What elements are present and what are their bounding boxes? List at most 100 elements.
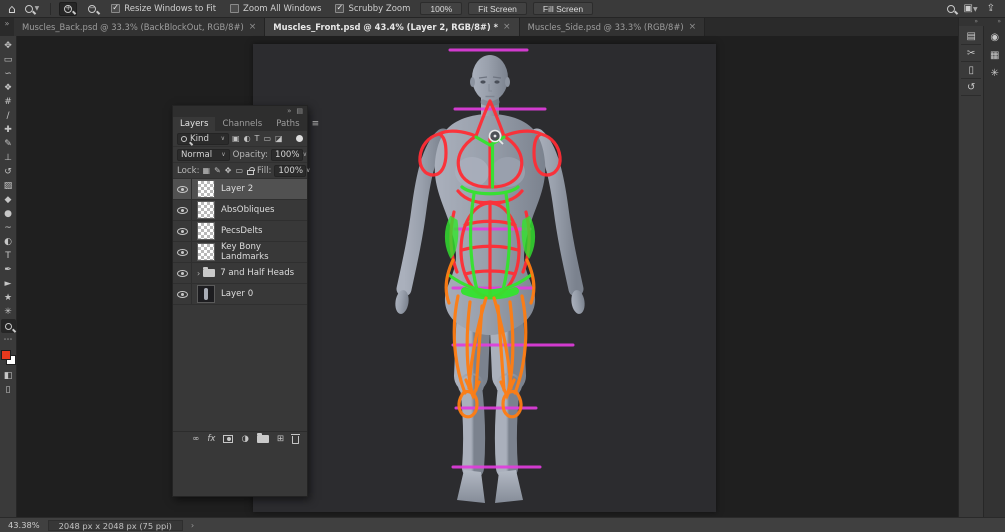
status-chevron-icon[interactable]: ›	[191, 520, 194, 530]
pen-tool[interactable]: ✒	[1, 263, 16, 277]
dock-collapse-icon[interactable]: »	[959, 18, 982, 26]
layer-row-absobliques[interactable]: AbsObliques	[173, 200, 307, 221]
tab-muscles-side[interactable]: Muscles_Side.psd @ 33.3% (RGB/8#) ×	[519, 18, 706, 36]
layer-row-key-bony-landmarks[interactable]: Key Bony Landmarks	[173, 242, 307, 263]
layer-thumbnail[interactable]	[197, 285, 215, 303]
smudge-tool[interactable]: ~	[1, 221, 16, 235]
history-panel-icon[interactable]: ↺	[961, 79, 982, 96]
tab-overflow-icon[interactable]: »	[0, 18, 14, 36]
tab-channels[interactable]: Channels	[215, 117, 269, 131]
fit-screen-button[interactable]: Fit Screen	[468, 2, 527, 15]
filter-type-layers-icon[interactable]: T	[255, 134, 260, 143]
zoom-tool[interactable]	[0, 319, 16, 333]
layer-row-pecsdelts[interactable]: PecsDelts	[173, 221, 307, 242]
patterns-panel-icon[interactable]: ▦	[985, 46, 1005, 64]
zoom-all-windows-checkbox[interactable]: Zoom All Windows	[230, 4, 321, 14]
marquee-tool[interactable]: ▭	[1, 53, 16, 67]
layer-thumbnail[interactable]	[197, 180, 215, 198]
filter-toggle-icon[interactable]	[296, 135, 303, 142]
visibility-toggle[interactable]	[173, 200, 192, 220]
properties-panel-icon[interactable]: ✳	[985, 64, 1005, 82]
tab-muscles-front[interactable]: Muscles_Front.psd @ 43.4% (Layer 2, RGB/…	[265, 18, 520, 36]
add-layer-mask-icon[interactable]	[223, 434, 234, 443]
visibility-toggle[interactable]	[173, 284, 192, 304]
layer-effects-icon[interactable]: fx	[207, 434, 215, 444]
scrubby-zoom-checkbox[interactable]: Scrubby Zoom	[335, 3, 410, 14]
layer-row-group-7-half-heads[interactable]: › 7 and Half Heads	[173, 263, 307, 284]
dodge-tool[interactable]: ◐	[1, 235, 16, 249]
home-icon[interactable]: ⌂	[8, 0, 16, 18]
close-icon[interactable]: ×	[689, 22, 697, 32]
search-icon[interactable]	[946, 4, 955, 13]
opacity-input[interactable]: 100% ∨	[271, 148, 307, 161]
filter-pixel-layers-icon[interactable]: ▣	[232, 134, 240, 143]
lock-transparency-icon[interactable]: ▦	[203, 166, 211, 175]
filter-smart-objects-icon[interactable]: ◪	[275, 134, 283, 143]
zoom-in-button[interactable]: +	[59, 1, 78, 16]
healing-brush-tool[interactable]: ✚	[1, 123, 16, 137]
quick-mask-button[interactable]: ◧	[1, 369, 16, 383]
eyedropper-tool[interactable]: ∕	[1, 109, 16, 123]
panel-menu-icon[interactable]: ≡	[307, 119, 325, 131]
resize-windows-checkbox[interactable]: Resize Windows to Fit	[111, 3, 216, 14]
adjustment-layer-icon[interactable]: ◑	[241, 434, 248, 444]
object-selection-tool[interactable]: ❖	[1, 81, 16, 95]
layer-row-layer-2[interactable]: Layer 2	[173, 179, 307, 200]
link-layers-icon[interactable]: ∞	[192, 434, 199, 444]
path-selection-tool[interactable]: ►	[1, 277, 16, 291]
zoom-out-button[interactable]: −	[83, 2, 101, 16]
tab-muscles-back[interactable]: Muscles_Back.psd @ 33.3% (BackBlockOut, …	[14, 18, 266, 36]
fill-screen-button[interactable]: Fill Screen	[532, 2, 594, 15]
tab-layers[interactable]: Layers	[173, 117, 216, 131]
color-swatches[interactable]	[0, 350, 16, 365]
tab-paths[interactable]: Paths	[269, 117, 306, 131]
zoom-100-button[interactable]: 100%	[420, 2, 463, 15]
visibility-toggle[interactable]	[173, 242, 192, 262]
eraser-tool[interactable]: ▨	[1, 179, 16, 193]
lock-all-icon[interactable]	[247, 166, 255, 175]
lasso-tool[interactable]: ∽	[1, 67, 16, 81]
new-layer-icon[interactable]: ⊞	[277, 434, 284, 444]
blur-tool[interactable]: ●	[1, 207, 16, 221]
zoom-level-field[interactable]: 43.38%	[8, 520, 40, 530]
more-tools-button[interactable]: ⋯	[1, 333, 16, 347]
panel-grid-icon[interactable]: ▤	[296, 107, 303, 115]
type-tool[interactable]: T	[1, 249, 16, 263]
libraries-panel-icon[interactable]: ▤	[961, 28, 982, 45]
lock-pixels-icon[interactable]: ✎	[214, 166, 221, 175]
screen-mode-button[interactable]: ▯	[1, 383, 16, 397]
lock-position-icon[interactable]: ✥	[225, 166, 232, 175]
lock-artboard-icon[interactable]: ▭	[235, 166, 243, 175]
move-tool[interactable]: ✥	[1, 39, 16, 53]
history-brush-tool[interactable]: ↺	[1, 165, 16, 179]
color-panel-icon[interactable]: ◉	[985, 28, 1005, 46]
current-tool-zoom[interactable]: ▼	[22, 4, 43, 14]
fill-input[interactable]: 100% ∨	[274, 164, 310, 177]
filter-adjustment-layers-icon[interactable]: ◐	[244, 134, 251, 143]
clone-stamp-tool[interactable]: ⊥	[1, 151, 16, 165]
visibility-toggle[interactable]	[173, 263, 192, 283]
collapse-panel-icon[interactable]: »	[287, 107, 291, 115]
new-group-icon[interactable]	[256, 432, 269, 443]
layer-row-layer-0[interactable]: Layer 0	[173, 284, 307, 305]
panel-titlebar[interactable]: » ▤	[173, 106, 307, 116]
document-canvas[interactable]	[253, 44, 716, 512]
close-icon[interactable]: ×	[249, 22, 257, 32]
notes-panel-icon[interactable]: ▯	[961, 62, 982, 79]
close-icon[interactable]: ×	[503, 22, 511, 32]
kind-filter-select[interactable]: Kind ∨	[177, 132, 229, 145]
delete-layer-icon[interactable]	[291, 433, 300, 444]
visibility-toggle[interactable]	[173, 179, 192, 199]
crop-tool[interactable]: #	[1, 95, 16, 109]
layer-thumbnail[interactable]	[197, 222, 215, 240]
layer-thumbnail[interactable]	[197, 243, 215, 261]
blend-mode-select[interactable]: Normal ∨	[177, 148, 230, 161]
filter-shape-layers-icon[interactable]: ▭	[263, 134, 271, 143]
dock-collapse-icon[interactable]: »	[982, 18, 1005, 26]
foreground-color-swatch[interactable]	[0, 350, 11, 360]
adjustments-panel-icon[interactable]: ✂	[961, 45, 982, 62]
hand-tool[interactable]: ✳	[1, 305, 16, 319]
layer-thumbnail[interactable]	[197, 201, 215, 219]
gradient-tool[interactable]: ◆	[1, 193, 16, 207]
visibility-toggle[interactable]	[173, 221, 192, 241]
